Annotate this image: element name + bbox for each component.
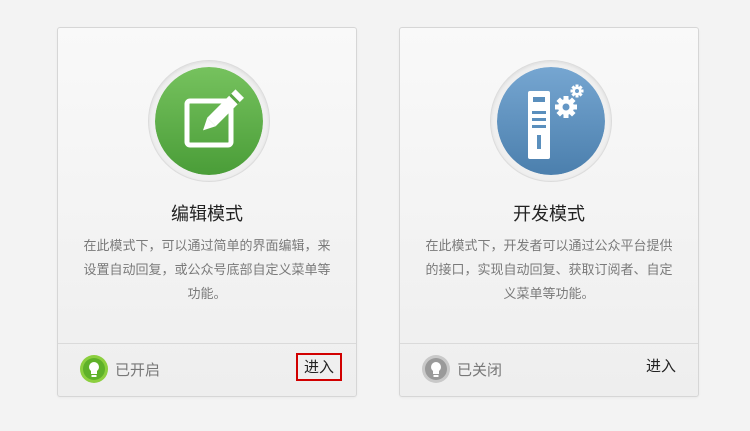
edit-mode-icon-ring: [148, 60, 270, 182]
developer-mode-footer: 已关闭 进入: [400, 343, 698, 396]
edit-mode-title: 编辑模式: [171, 204, 243, 225]
server-gear-icon: [497, 67, 605, 175]
lightbulb-off-icon: [422, 355, 450, 383]
edit-mode-status: 已开启: [115, 361, 161, 379]
developer-mode-icon-ring: [490, 60, 612, 182]
edit-mode-footer: 已开启 进入: [58, 343, 356, 396]
edit-mode-enter-button[interactable]: 进入: [296, 353, 342, 381]
developer-mode-card: 开发模式 在此模式下，开发者可以通过公众平台提供的接口，实现自动回复、获取订阅者…: [399, 27, 699, 397]
edit-icon: [155, 67, 263, 175]
developer-mode-status: 已关闭: [457, 361, 503, 379]
edit-mode-description: 在此模式下，可以通过简单的界面编辑，来设置自动回复，或公众号底部自定义菜单等功能…: [83, 239, 331, 302]
developer-mode-title: 开发模式: [513, 204, 585, 225]
lightbulb-on-icon: [80, 355, 108, 383]
edit-mode-card: 编辑模式 在此模式下，可以通过简单的界面编辑，来设置自动回复，或公众号底部自定义…: [57, 27, 357, 397]
developer-mode-enter-button[interactable]: 进入: [638, 353, 684, 381]
developer-mode-description: 在此模式下，开发者可以通过公众平台提供的接口，实现自动回复、获取订阅者、自定义菜…: [425, 239, 673, 302]
